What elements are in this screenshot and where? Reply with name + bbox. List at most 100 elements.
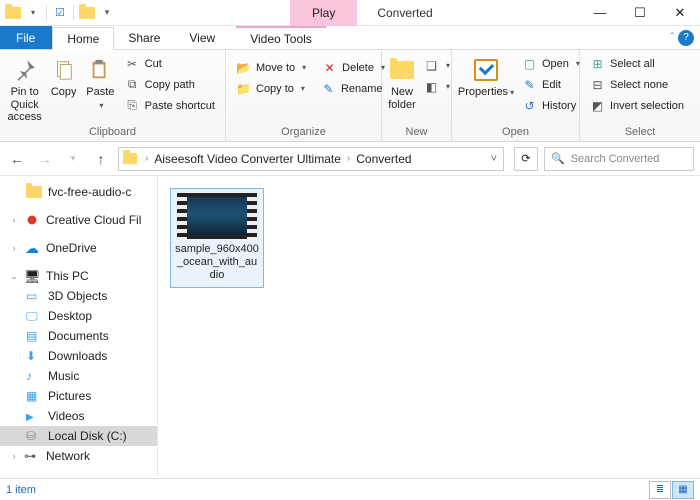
icons-view-button[interactable]: ▦ <box>672 481 694 499</box>
new-item-button[interactable]: ❏▾ <box>420 56 454 75</box>
titlebar: ▾ ☑ ▾ Play Converted — ☐ ✕ <box>0 0 700 26</box>
paste-shortcut-button[interactable]: ⎘Paste shortcut <box>121 96 219 115</box>
tree-item-local-disk-c[interactable]: Local Disk (C:) <box>0 426 157 446</box>
ribbon-tabs: File Home Share View Video Tools ˆ ? <box>0 26 700 50</box>
video-thumbnail-icon <box>177 193 257 239</box>
refresh-button[interactable]: ⟳ <box>514 147 538 171</box>
navigation-bar: ← → ▾ ↑ › Aiseesoft Video Converter Ulti… <box>0 142 700 176</box>
tree-item-network[interactable]: ›Network <box>0 446 157 466</box>
address-dropdown-icon[interactable]: ˅ <box>491 153 497 165</box>
new-item-icon: ❏ <box>424 58 439 73</box>
new-folder-button[interactable]: New folder <box>388 52 416 111</box>
tab-home[interactable]: Home <box>52 27 114 50</box>
tree-item-desktop[interactable]: Desktop <box>0 306 157 326</box>
back-button[interactable]: ← <box>6 148 28 170</box>
easy-access-icon: ◧ <box>424 79 439 94</box>
search-icon: 🔍 <box>551 152 565 165</box>
file-item[interactable]: sample_960x400_ocean_with_audio <box>170 188 264 288</box>
breadcrumb-1[interactable]: Aiseesoft Video Converter Ultimate <box>154 152 341 166</box>
status-bar: 1 item ≣ ▦ <box>0 478 700 500</box>
history-icon: ↺ <box>522 98 537 113</box>
group-label: Organize <box>232 124 375 141</box>
app-folder-icon[interactable] <box>4 4 22 22</box>
easy-access-button[interactable]: ◧▾ <box>420 77 454 96</box>
ribbon-collapse-icon[interactable]: ˆ <box>671 32 674 43</box>
tree-item-creative-cloud[interactable]: ›Creative Cloud Fil <box>0 210 157 230</box>
ribbon: Pin to Quick access Copy Paste ▾ ✂Cut ⧉C… <box>0 50 700 142</box>
tree-item-3d-objects[interactable]: 3D Objects <box>0 286 157 306</box>
paste-shortcut-icon: ⎘ <box>125 98 140 113</box>
select-all-button[interactable]: ⊞Select all <box>586 54 688 73</box>
tree-item-onedrive[interactable]: ›OneDrive <box>0 238 157 258</box>
tree-item-fvc[interactable]: fvc-free-audio-c <box>0 182 157 202</box>
help-icon[interactable]: ? <box>678 30 694 46</box>
open-button[interactable]: ▢Open▾ <box>518 54 584 73</box>
breadcrumb-2[interactable]: Converted <box>356 152 411 166</box>
chevron-right-icon[interactable]: › <box>145 153 148 164</box>
qat-menu-chevron-icon[interactable]: ▾ <box>98 4 116 22</box>
tree-item-this-pc[interactable]: ⌄This PC <box>0 266 157 286</box>
play-contextual-tab[interactable]: Play <box>290 0 357 26</box>
edit-button[interactable]: ✎Edit <box>518 75 584 94</box>
history-button[interactable]: ↺History <box>518 96 584 115</box>
copy-path-icon: ⧉ <box>125 77 140 92</box>
minimize-button[interactable]: — <box>580 0 620 26</box>
chevron-down-icon: ▾ <box>99 101 103 110</box>
group-label: Clipboard <box>6 124 219 141</box>
rename-button[interactable]: ✎Rename <box>317 79 387 98</box>
pin-to-quick-access-button[interactable]: Pin to Quick access <box>6 52 43 124</box>
new-folder-icon <box>388 56 416 84</box>
copy-path-button[interactable]: ⧉Copy path <box>121 75 219 94</box>
navigation-tree[interactable]: fvc-free-audio-c ›Creative Cloud Fil ›On… <box>0 176 158 476</box>
close-button[interactable]: ✕ <box>660 0 700 26</box>
forward-button[interactable]: → <box>34 148 56 170</box>
ribbon-group-select: ⊞Select all ⊟Select none ◩Invert selecti… <box>580 50 700 141</box>
file-name: sample_960x400_ocean_with_audio <box>175 243 259 283</box>
ribbon-group-new: New folder ❏▾ ◧▾ New <box>382 50 452 141</box>
invert-selection-button[interactable]: ◩Invert selection <box>586 96 688 115</box>
pin-icon <box>11 56 39 84</box>
copy-to-icon: 📁 <box>236 81 251 96</box>
select-none-icon: ⊟ <box>590 77 605 92</box>
search-placeholder: Search Converted <box>571 153 660 165</box>
folder-icon <box>123 153 137 164</box>
tab-share[interactable]: Share <box>114 26 175 49</box>
delete-button[interactable]: ✕Delete▾ <box>318 58 389 77</box>
group-label: Open <box>458 124 573 141</box>
tree-item-documents[interactable]: Documents <box>0 326 157 346</box>
ribbon-group-open: Properties▾ ▢Open▾ ✎Edit ↺History Open <box>452 50 580 141</box>
select-none-button[interactable]: ⊟Select none <box>586 75 688 94</box>
group-label: New <box>388 124 445 141</box>
tree-item-videos[interactable]: Videos <box>0 406 157 426</box>
tree-item-downloads[interactable]: Downloads <box>0 346 157 366</box>
search-input[interactable]: 🔍 Search Converted <box>544 147 694 171</box>
edit-icon: ✎ <box>522 77 537 92</box>
address-bar[interactable]: › Aiseesoft Video Converter Ultimate › C… <box>118 147 504 171</box>
qat-folder-icon[interactable] <box>78 4 96 22</box>
properties-button[interactable]: Properties▾ <box>458 52 514 99</box>
tab-video-tools[interactable]: Video Tools <box>236 26 327 49</box>
copy-to-button[interactable]: 📁Copy to▾ <box>232 79 309 98</box>
tree-item-music[interactable]: Music <box>0 366 157 386</box>
move-to-button[interactable]: 📂Move to▾ <box>232 58 310 77</box>
open-icon: ▢ <box>522 56 537 71</box>
copy-button[interactable]: Copy <box>47 52 80 99</box>
details-view-button[interactable]: ≣ <box>649 481 671 499</box>
file-list[interactable]: sample_960x400_ocean_with_audio <box>158 176 700 476</box>
tab-view[interactable]: View <box>175 26 230 49</box>
paste-button[interactable]: Paste ▾ <box>84 52 117 111</box>
chevron-right-icon[interactable]: › <box>347 153 350 164</box>
rename-icon: ✎ <box>321 81 336 96</box>
tree-item-pictures[interactable]: Pictures <box>0 386 157 406</box>
item-count: 1 item <box>6 484 36 496</box>
up-button[interactable]: ↑ <box>90 148 112 170</box>
properties-qat-icon[interactable]: ☑ <box>51 4 69 22</box>
maximize-button[interactable]: ☐ <box>620 0 660 26</box>
chevron-down-icon[interactable]: ▾ <box>24 4 42 22</box>
select-all-icon: ⊞ <box>590 56 605 71</box>
tab-file[interactable]: File <box>0 26 52 49</box>
cut-button[interactable]: ✂Cut <box>121 54 219 73</box>
ribbon-group-clipboard: Pin to Quick access Copy Paste ▾ ✂Cut ⧉C… <box>0 50 226 141</box>
ribbon-group-organize: 📂Move to▾ ✕Delete▾ 📁Copy to▾ ✎Rename Org… <box>226 50 382 141</box>
recent-locations-button[interactable]: ▾ <box>62 148 84 170</box>
